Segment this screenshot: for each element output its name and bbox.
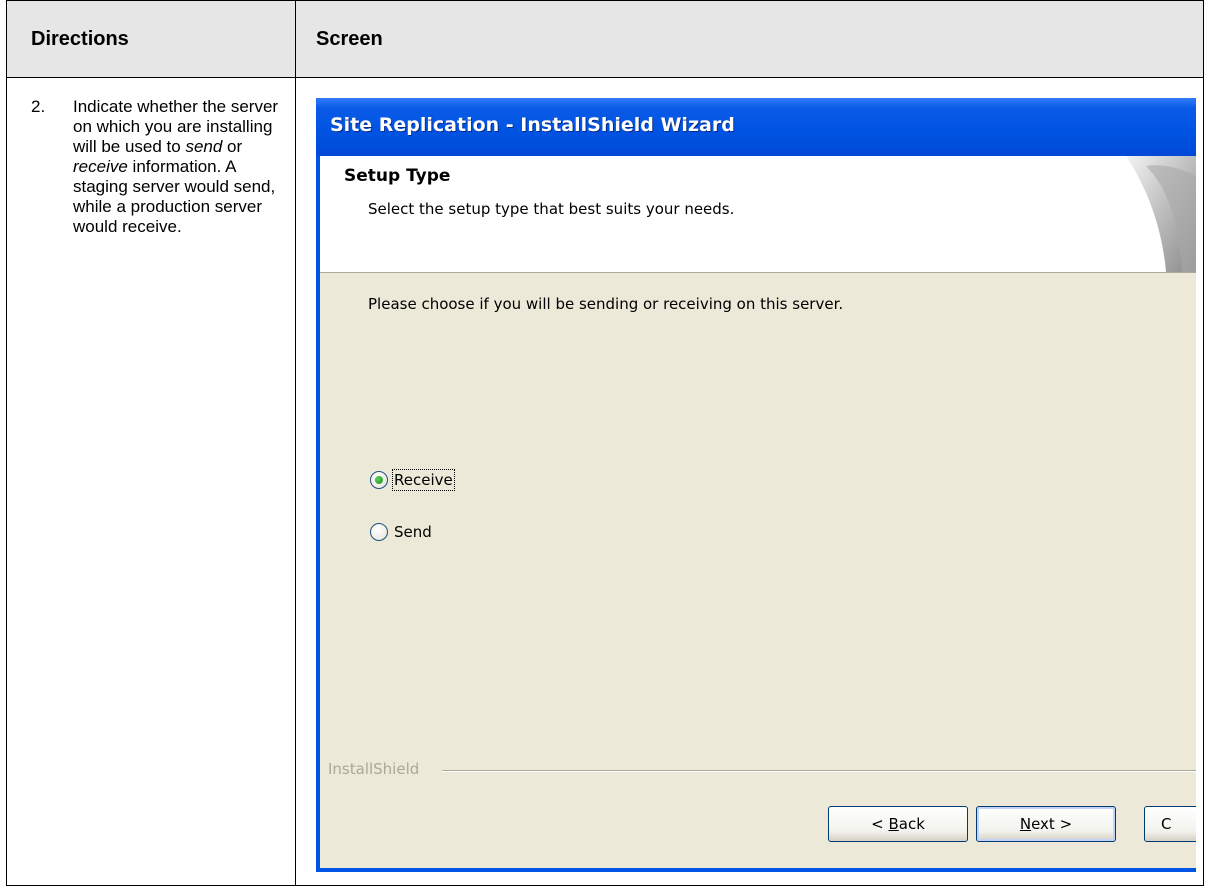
installshield-brand: InstallShield [328, 760, 420, 778]
option-receive[interactable]: Receive [370, 469, 455, 491]
send-radio[interactable] [370, 523, 388, 541]
wizard-window: Site Replication - InstallShield Wizard … [316, 98, 1196, 872]
brand-divider [442, 770, 1196, 772]
next-accel: N [1019, 815, 1032, 833]
header-directions: Directions [31, 28, 129, 50]
step-number: 2. [31, 97, 46, 116]
receive-radio[interactable] [370, 471, 388, 489]
next-button[interactable]: Next > [976, 806, 1116, 842]
step-text-receive: receive [73, 157, 128, 176]
cancel-label: C [1161, 815, 1172, 833]
send-label[interactable]: Send [394, 523, 432, 541]
step-text-send: send [185, 137, 223, 156]
banner-subtitle: Select the setup type that best suits yo… [368, 200, 735, 218]
step-text: Indicate whether the server on which you… [73, 97, 283, 237]
window-titlebar[interactable]: Site Replication - InstallShield Wizard [316, 98, 1196, 156]
choose-prompt: Please choose if you will be sending or … [368, 295, 844, 313]
back-prefix: < [871, 815, 889, 833]
window-title: Site Replication - InstallShield Wizard [330, 114, 735, 136]
wizard-banner: Setup Type Select the setup type that be… [320, 156, 1196, 273]
step-text-part: Indicate whether the server on which you… [73, 97, 279, 156]
next-rest: ext > [1031, 815, 1073, 833]
step-text-part: or [222, 137, 243, 156]
directions-cell: 2. Indicate whether the server on which … [7, 78, 295, 886]
back-button[interactable]: < Back [828, 806, 968, 842]
table-header: Directions Screen [7, 1, 1203, 78]
column-divider [295, 1, 296, 885]
wizard-client-area: Setup Type Select the setup type that be… [320, 156, 1196, 868]
back-accel: B [888, 815, 899, 833]
receive-label[interactable]: Receive [392, 469, 455, 491]
banner-title: Setup Type [344, 166, 451, 186]
back-rest: ack [898, 815, 925, 833]
header-screen: Screen [316, 28, 383, 50]
option-send[interactable]: Send [370, 523, 432, 541]
cancel-button[interactable]: C [1144, 806, 1196, 842]
page-curl-graphic [1126, 156, 1196, 272]
